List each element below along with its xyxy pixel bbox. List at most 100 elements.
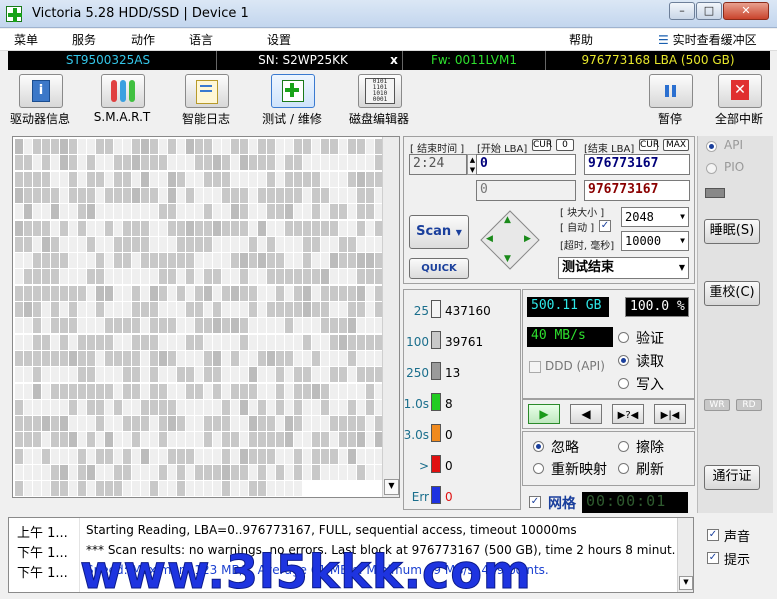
verify-radio[interactable] [618, 332, 629, 343]
surface-block [276, 236, 284, 252]
surface-block [231, 383, 239, 399]
surface-block [60, 253, 68, 269]
surface-block [267, 236, 275, 252]
menu-service[interactable]: 服务 [72, 31, 96, 48]
surface-block [348, 350, 356, 366]
start-zero-button[interactable]: 0 [556, 139, 574, 151]
pio-radio[interactable] [706, 163, 717, 174]
skip-end-button[interactable]: ▶|◀ [654, 404, 686, 424]
api-radio[interactable] [706, 141, 717, 152]
up-arrow-icon[interactable]: ▲ [504, 215, 511, 225]
passport-button[interactable]: 通行证 [704, 465, 760, 490]
surface-block [366, 171, 374, 187]
title-bar: Victoria 5.28 HDD/SSD | Device 1 – □ ✕ [0, 0, 777, 28]
timeout-select[interactable]: 10000 ▼ [621, 231, 689, 251]
surface-block [366, 155, 374, 171]
write-radio[interactable] [618, 378, 629, 389]
surface-block [339, 253, 347, 269]
drive-model: ST9500325AS [65, 53, 151, 67]
grid-checkbox[interactable]: ✓ [529, 496, 541, 508]
menu-language[interactable]: 语言 [189, 31, 213, 48]
realtime-buffer-button[interactable]: ☰ 实时查看缓冲区 [658, 31, 757, 48]
surface-block [69, 399, 77, 415]
surface-block [357, 416, 365, 432]
end-time-field[interactable]: 2:24 [409, 154, 467, 175]
surface-block [285, 383, 293, 399]
minimize-button[interactable]: – [669, 2, 695, 20]
play-backward-button[interactable]: ◀ [570, 404, 602, 424]
surface-block [204, 334, 212, 350]
surface-block [339, 465, 347, 480]
log-scrollbar[interactable]: ▼ [677, 518, 693, 592]
end-cur-button[interactable]: CUR [639, 139, 659, 151]
ddd-checkbox[interactable] [529, 361, 541, 373]
surface-block [150, 236, 158, 252]
ignore-radio[interactable] [533, 441, 544, 452]
menu-help[interactable]: 帮助 [569, 31, 593, 48]
surface-block [303, 416, 311, 432]
surface-block [96, 383, 104, 399]
start-lba-field[interactable]: 0 [476, 154, 576, 175]
surface-block [141, 416, 149, 432]
surface-block [285, 187, 293, 203]
auto-checkbox[interactable]: ✓ [599, 220, 611, 232]
menu-main[interactable]: 菜单 [14, 31, 38, 48]
surface-block [303, 465, 311, 480]
down-arrow-icon[interactable]: ▼ [504, 254, 511, 264]
surface-block [177, 383, 185, 399]
recalibrate-button[interactable]: 重校(C) [704, 281, 760, 306]
reverse-icon: ◀ [581, 407, 591, 421]
surface-block [240, 269, 248, 285]
surface-block [357, 399, 365, 415]
surface-block [15, 481, 23, 497]
menu-settings[interactable]: 设置 [267, 31, 291, 48]
surface-block [186, 187, 194, 203]
surface-block [78, 367, 86, 383]
end-lba-field[interactable]: 976773167 [584, 154, 690, 175]
block-size-select[interactable]: 2048 ▼ [621, 207, 689, 227]
end-max-button[interactable]: MAX [663, 139, 689, 151]
play-forward-button[interactable]: ▶ [528, 404, 560, 424]
close-button[interactable]: ✕ [723, 2, 769, 20]
surface-block [114, 448, 122, 464]
surface-block [258, 383, 266, 399]
hint-checkbox[interactable]: ✓ [707, 552, 719, 564]
surface-block [321, 334, 329, 350]
map-scrollbar[interactable]: ▼ [382, 137, 399, 497]
surface-block [348, 253, 356, 269]
remap-radio[interactable] [533, 463, 544, 474]
right-sidebar: API PIO 睡眠(S) 重校(C) WR RD 通行证 [697, 136, 773, 513]
surface-block [258, 318, 266, 334]
surface-block [159, 399, 167, 415]
test-status-select[interactable]: 测试结束 ▼ [558, 257, 689, 279]
start-cur-button[interactable]: CUR [532, 139, 552, 151]
refresh-radio[interactable] [618, 463, 629, 474]
right-arrow-icon[interactable]: ▶ [524, 234, 531, 244]
sound-checkbox[interactable]: ✓ [707, 529, 719, 541]
surface-block [249, 155, 257, 171]
surface-block [132, 155, 140, 171]
erase-radio[interactable] [618, 441, 629, 452]
surface-block [204, 432, 212, 448]
surface-block [249, 416, 257, 432]
sleep-button[interactable]: 睡眠(S) [704, 219, 760, 244]
surface-block [240, 220, 248, 236]
maximize-button[interactable]: □ [696, 2, 722, 20]
scroll-down-icon[interactable]: ▼ [384, 479, 399, 495]
menu-actions[interactable]: 动作 [131, 31, 155, 48]
surface-block [114, 269, 122, 285]
surface-block [15, 253, 23, 269]
surface-block [312, 139, 320, 154]
quick-button[interactable]: QUICK [409, 258, 469, 279]
skip-unknown-button[interactable]: ▶?◀ [612, 404, 644, 424]
scan-button[interactable]: Scan ▼ [409, 215, 469, 249]
surface-block [204, 302, 212, 317]
info-close-button[interactable]: x [386, 52, 402, 69]
read-radio[interactable] [618, 355, 629, 366]
surface-block [195, 481, 203, 497]
surface-block [267, 465, 275, 480]
remap-label: 重新映射 [551, 462, 607, 478]
scroll-down-icon[interactable]: ▼ [679, 576, 693, 590]
left-arrow-icon[interactable]: ◀ [486, 234, 493, 244]
surface-block [114, 383, 122, 399]
